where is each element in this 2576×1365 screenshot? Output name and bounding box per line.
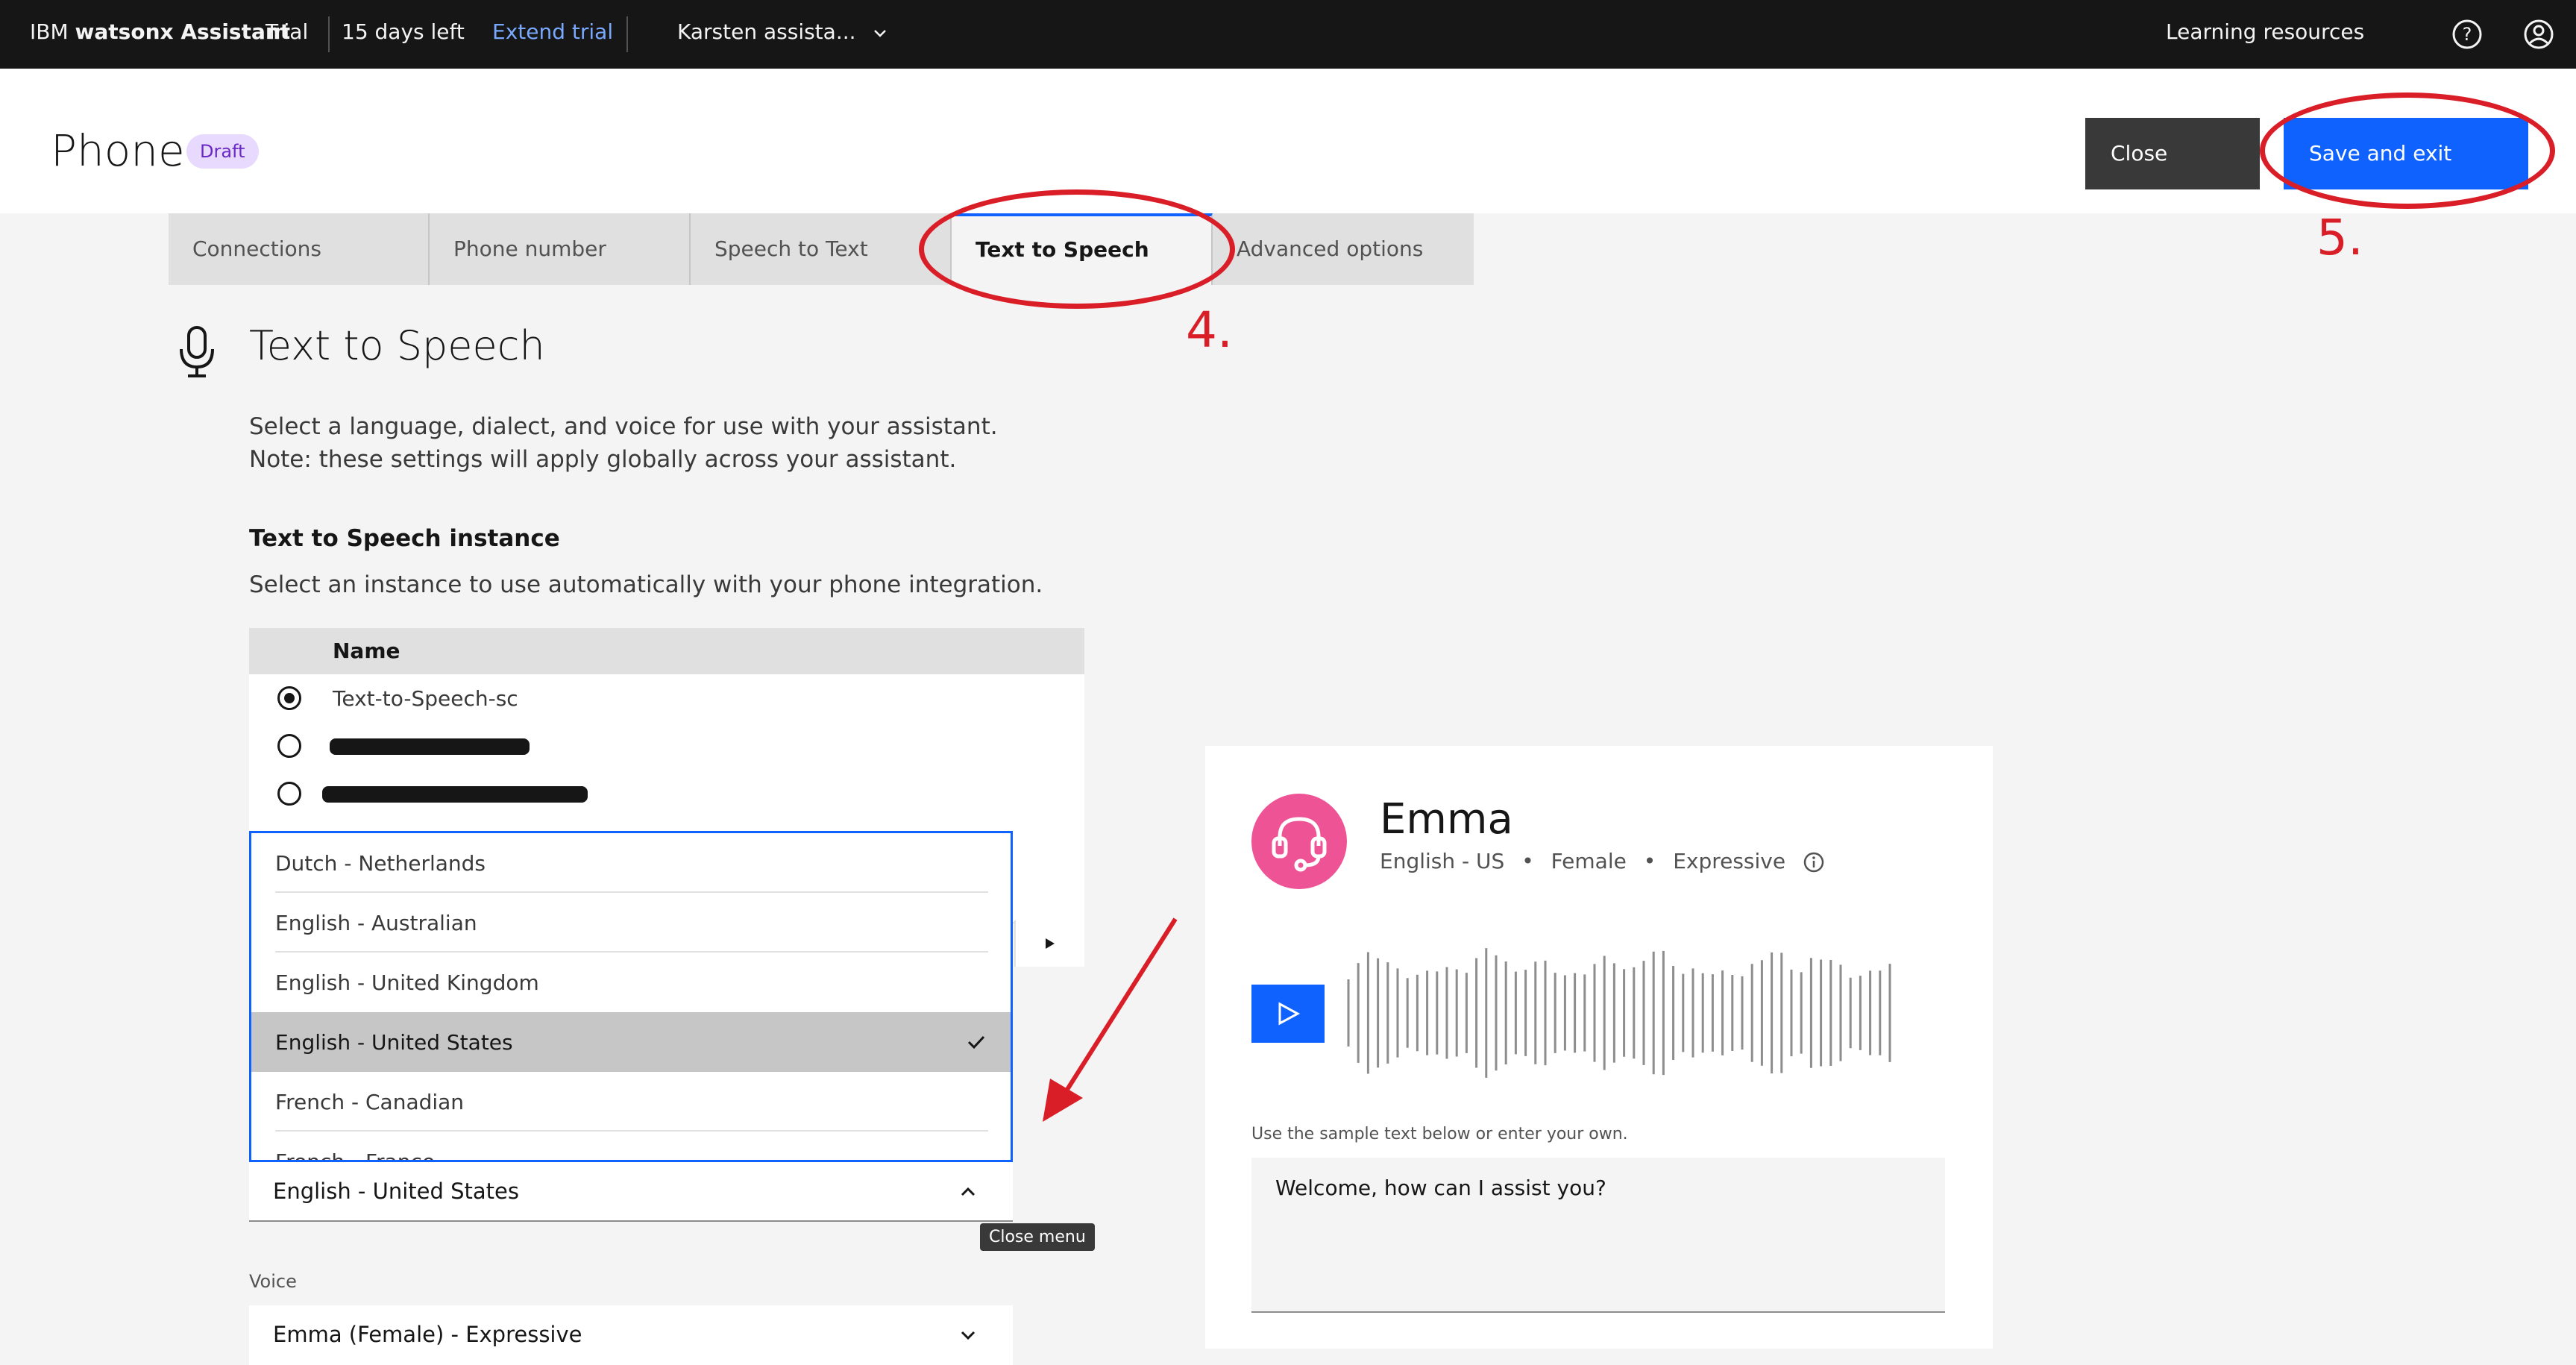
info-icon[interactable]	[1803, 851, 1825, 873]
help-icon[interactable]: ?	[2451, 18, 2484, 51]
assistant-switcher[interactable]: Karsten assista...	[677, 19, 889, 44]
chevron-down-icon	[874, 30, 887, 37]
headset-icon	[1272, 817, 1327, 872]
redaction-mark	[322, 786, 588, 803]
section-description: Select a language, dialect, and voice fo…	[249, 413, 998, 440]
table-header: Name	[249, 628, 1084, 674]
dropdown-option-selected[interactable]: English - United States	[251, 1012, 1011, 1072]
annotation-circle-save	[2260, 92, 2555, 209]
instance-heading: Text to Speech instance	[249, 525, 560, 552]
chevron-down-icon	[961, 1331, 976, 1340]
checkmark-icon	[967, 1035, 985, 1049]
page-title: Phone	[51, 125, 185, 176]
option-label: English - Australian	[275, 911, 477, 935]
section-note: Note: these settings will apply globally…	[249, 446, 957, 473]
voice-select-value: Emma (Female) - Expressive	[273, 1322, 582, 1347]
dropdown-option[interactable]: English - United Kingdom	[251, 953, 1011, 1012]
voice-style: Expressive	[1673, 849, 1786, 873]
option-label: French - Canadian	[275, 1090, 465, 1114]
table-row[interactable]	[249, 722, 1084, 771]
table-row[interactable]: Text-to-Speech-sc	[249, 674, 1084, 724]
chevron-up-icon[interactable]	[958, 1182, 978, 1202]
assistant-switcher-label: Karsten assista...	[677, 19, 856, 44]
sample-text-label: Use the sample text below or enter your …	[1251, 1125, 1628, 1143]
dropdown-option[interactable]: English - Australian	[251, 893, 1011, 953]
learning-resources-link[interactable]: Learning resources	[2166, 19, 2364, 44]
brand-prefix: IBM	[30, 19, 75, 44]
microphone-icon	[180, 326, 214, 377]
annotation-arrow	[1043, 917, 1178, 1122]
user-avatar-icon[interactable]	[2522, 18, 2555, 51]
brand-bold: watsonx Assistant	[75, 19, 291, 44]
option-label: Dutch - Netherlands	[275, 851, 486, 876]
voice-avatar	[1251, 794, 1347, 889]
voice-label: Voice	[249, 1271, 297, 1292]
voice-select[interactable]: Emma (Female) - Expressive	[249, 1305, 1013, 1365]
divider	[626, 16, 628, 52]
column-header-name: Name	[333, 638, 400, 663]
divider	[328, 16, 330, 52]
table-row[interactable]	[249, 770, 1084, 819]
language-select[interactable]: English - United States	[249, 1162, 1013, 1222]
plan-label: Trial	[266, 19, 309, 44]
option-label: French - France	[275, 1149, 436, 1162]
svg-text:?: ?	[2463, 24, 2472, 45]
dropdown-option[interactable]: French - Canadian	[251, 1072, 1011, 1132]
voice-name: Emma	[1380, 795, 1513, 844]
language-select-value: English - United States	[273, 1179, 519, 1204]
radio-button[interactable]	[277, 782, 301, 806]
bullet-separator: •	[1643, 849, 1656, 873]
dropdown-option[interactable]: Dutch - Netherlands	[251, 833, 1011, 893]
tab-speech-to-text[interactable]: Speech to Text	[691, 213, 952, 285]
instance-description: Select an instance to use automatically …	[249, 571, 1043, 598]
radio-button[interactable]	[277, 734, 301, 758]
tab-connections[interactable]: Connections	[169, 213, 430, 285]
top-navigation-bar: IBM watsonx Assistant Trial 15 days left…	[0, 0, 2576, 69]
annotation-step-5: 5.	[2316, 209, 2363, 266]
instance-name: Text-to-Speech-sc	[333, 686, 518, 711]
voice-language: English - US	[1380, 849, 1505, 873]
dropdown-option[interactable]: French - France	[251, 1132, 1011, 1162]
play-button[interactable]	[1251, 985, 1325, 1043]
tab-advanced-options[interactable]: Advanced options	[1213, 213, 1474, 285]
sample-text-value: Welcome, how can I assist you?	[1275, 1176, 1606, 1200]
annotation-step-4: 4.	[1186, 301, 1233, 359]
play-icon	[1278, 1002, 1301, 1026]
close-button[interactable]: Close	[2085, 118, 2260, 189]
option-label: English - United Kingdom	[275, 970, 539, 995]
tooltip: Close menu	[980, 1223, 1095, 1251]
radio-button[interactable]	[277, 686, 301, 710]
language-dropdown-menu[interactable]: Dutch - Netherlands English - Australian…	[249, 831, 1013, 1162]
voice-meta: English - US • Female • Expressive	[1380, 849, 1825, 873]
option-label: English - United States	[275, 1030, 513, 1055]
section-title: Text to Speech	[249, 322, 545, 369]
extend-trial-link[interactable]: Extend trial	[492, 19, 613, 44]
status-badge: Draft	[186, 134, 259, 169]
product-name: IBM watsonx Assistant	[30, 19, 290, 44]
voice-gender: Female	[1551, 849, 1627, 873]
redaction-mark	[330, 738, 530, 755]
days-left: 15 days left	[342, 19, 465, 44]
tab-phone-number[interactable]: Phone number	[430, 213, 691, 285]
sample-text-input[interactable]: Welcome, how can I assist you?	[1251, 1158, 1945, 1313]
annotation-circle-tab	[919, 189, 1235, 309]
bullet-separator: •	[1521, 849, 1534, 873]
audio-waveform	[1347, 948, 1891, 1078]
